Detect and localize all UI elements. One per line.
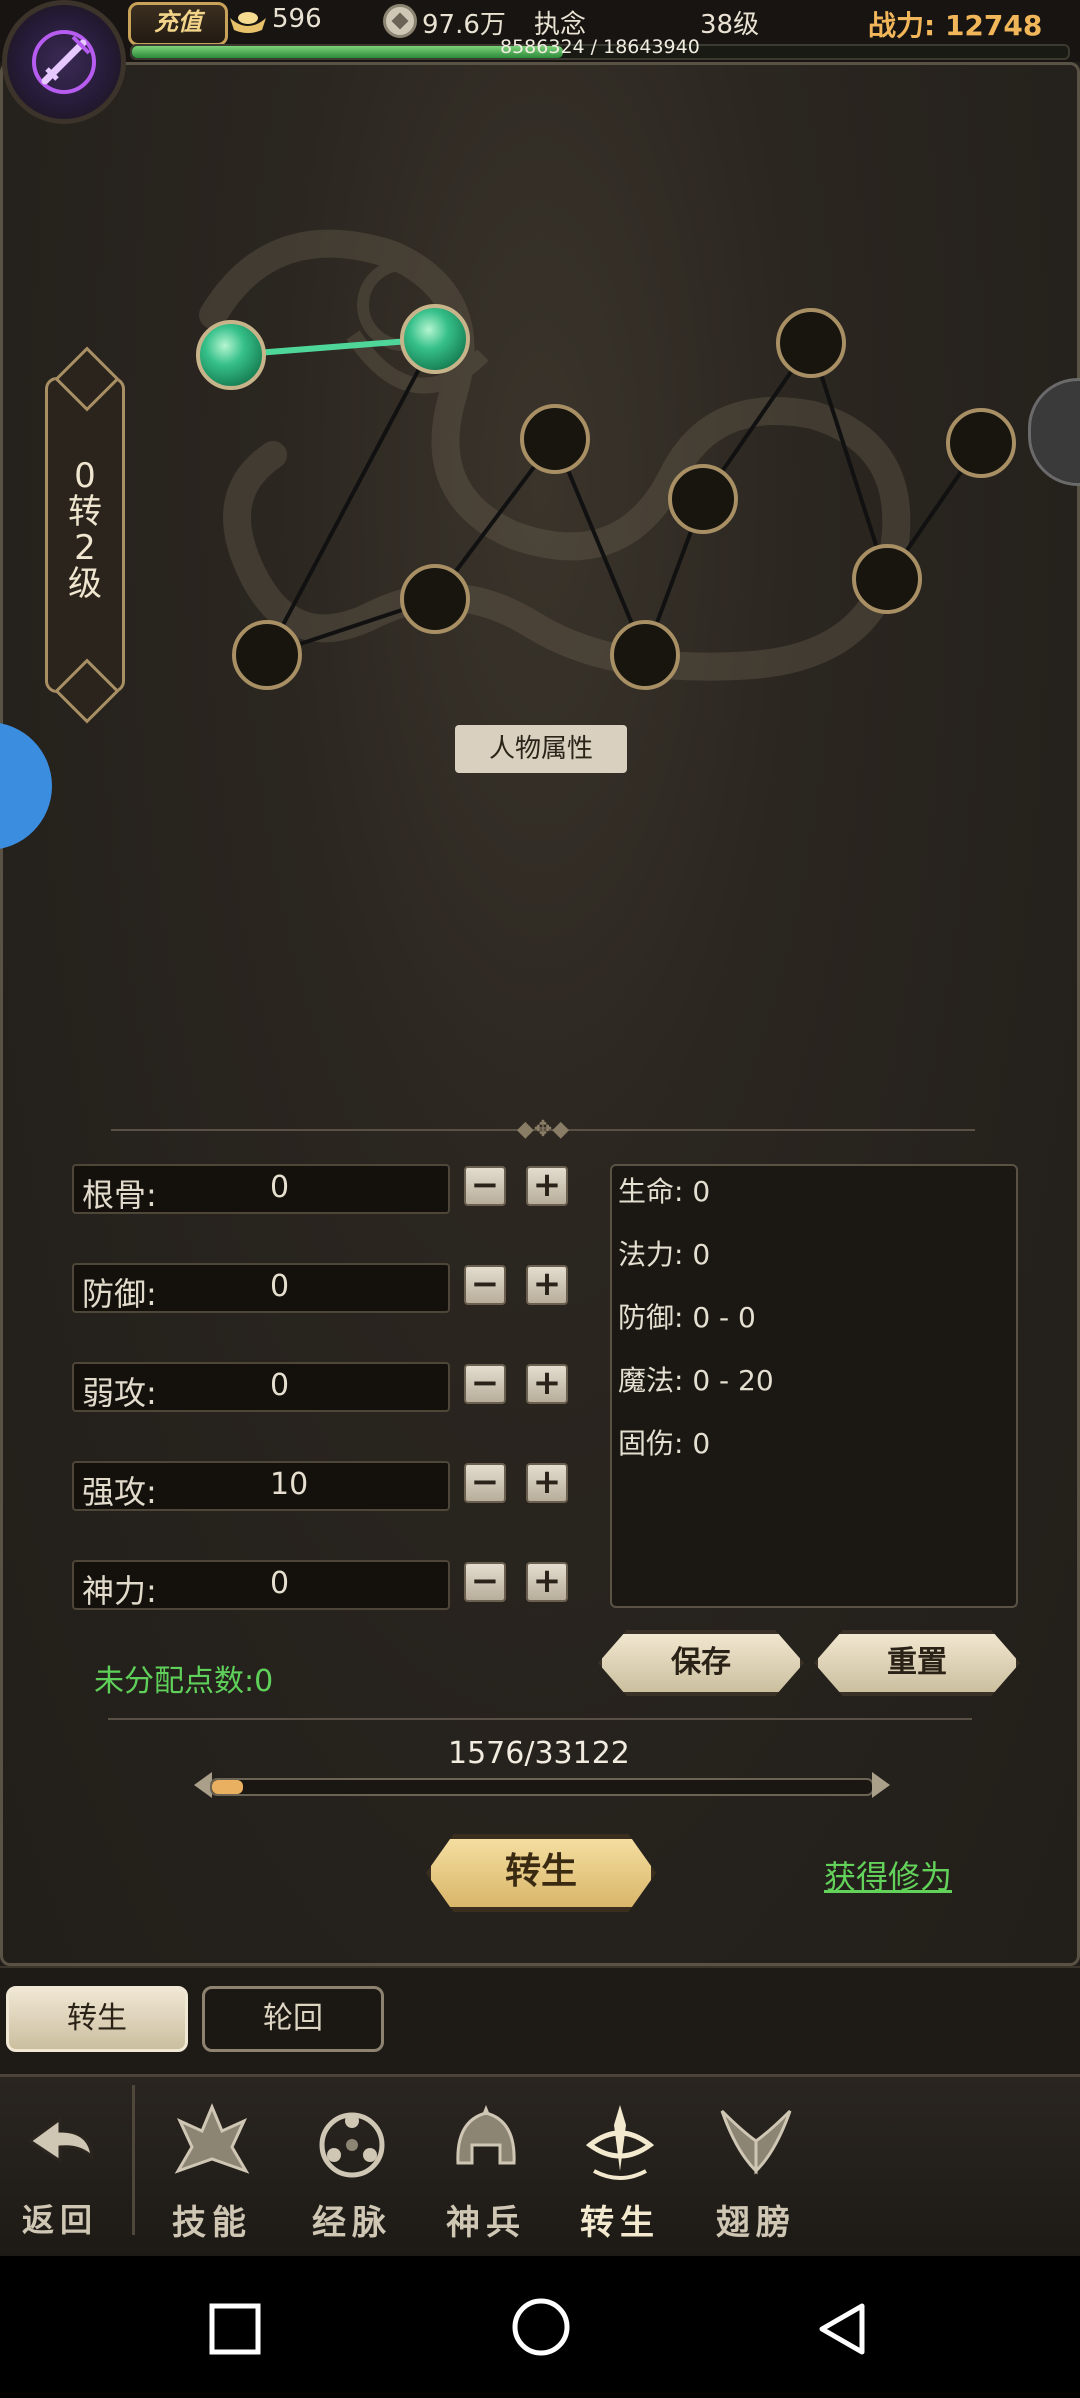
divider-ornament: ◆✥◆ — [516, 1117, 570, 1142]
attribute-panel-title: 人物属性 — [455, 725, 627, 773]
skills-icon — [174, 2103, 250, 2174]
nav-label: 神兵 — [446, 2203, 526, 2243]
decrease-button[interactable]: − — [464, 1463, 506, 1503]
wings-icon — [720, 2109, 792, 2175]
sub-tabs: 转生 轮回 — [0, 1966, 1080, 2076]
attr-row-ruogong: 弱攻: 0 — [72, 1362, 450, 1412]
gain-cultivation-link[interactable]: 获得修为 — [824, 1852, 952, 1898]
attr-value: 0 — [270, 1269, 290, 1304]
gold-ingot-icon — [230, 12, 266, 33]
recharge-button[interactable]: 充值 — [128, 2, 228, 46]
exp-text: 8586324 / 18643940 — [500, 36, 700, 58]
tree-node-4[interactable] — [400, 564, 470, 634]
cultivation-progress-text: 1576/33122 — [448, 1736, 630, 1771]
avatar[interactable] — [2, 0, 126, 124]
stat-fixed-damage: 固伤: 0 — [618, 1427, 711, 1460]
attr-label: 弱攻: — [82, 1374, 157, 1412]
tree-node-1[interactable] — [196, 320, 266, 390]
increase-button[interactable]: + — [526, 1364, 568, 1404]
tab-reincarnation[interactable]: 轮回 — [202, 1986, 384, 2052]
stat-magic: 魔法: 0 - 20 — [618, 1364, 774, 1397]
section-divider — [108, 1718, 972, 1720]
tree-node-10[interactable] — [946, 408, 1016, 478]
decrease-button[interactable]: − — [464, 1562, 506, 1602]
unallocated-points: 未分配点数:0 — [94, 1664, 274, 1699]
decrease-button[interactable]: − — [464, 1364, 506, 1404]
attr-row-gengu: 根骨: 0 — [72, 1164, 450, 1214]
increase-button[interactable]: + — [526, 1166, 568, 1206]
attr-row-shenli: 神力: 0 — [72, 1560, 450, 1610]
progress-right-arrow-icon — [872, 1772, 890, 1798]
meridians-icon — [319, 2112, 385, 2178]
increase-button[interactable]: + — [526, 1463, 568, 1503]
power-label: 战力: — [868, 9, 936, 42]
tree-node-5[interactable] — [520, 404, 590, 474]
back-button[interactable]: 返回 — [0, 2101, 120, 2251]
nav-rebirth[interactable]: 转生 — [560, 2101, 680, 2251]
nav-label: 转生 — [580, 2203, 660, 2243]
nav-wings[interactable]: 翅膀 — [696, 2101, 816, 2251]
rebirth-icon — [585, 2105, 655, 2180]
helmet-icon — [456, 2105, 516, 2165]
back-label: 返回 — [21, 2201, 98, 2239]
reset-button[interactable]: 重置 — [814, 1630, 1020, 1696]
stat-mp: 法力: 0 — [618, 1238, 711, 1271]
sword-emblem-icon — [32, 30, 96, 94]
nav-meridians[interactable]: 经脉 — [292, 2101, 412, 2251]
attr-label: 防御: — [82, 1275, 157, 1313]
stat-hp: 生命: 0 — [618, 1175, 711, 1208]
back-arrow-icon — [27, 2116, 94, 2164]
tree-node-3[interactable] — [232, 620, 302, 690]
power-value: 12748 — [944, 9, 1043, 42]
coin-icon — [383, 4, 417, 38]
home-icon[interactable] — [510, 2296, 572, 2358]
tab-rebirth[interactable]: 转生 — [6, 1986, 188, 2052]
attr-value: 0 — [270, 1566, 290, 1601]
decrease-button[interactable]: − — [464, 1166, 506, 1206]
combat-power: 战力: 12748 — [868, 4, 1042, 44]
back-triangle-icon[interactable] — [816, 2302, 870, 2356]
top-hud: 充值 596 97.6万 执念 38级 战力: 12748 8586324 / … — [0, 0, 1080, 62]
nav-label: 经脉 — [312, 2203, 392, 2243]
tree-node-6[interactable] — [610, 620, 680, 690]
exp-bar-fill — [132, 46, 563, 58]
attr-label: 强攻: — [82, 1473, 157, 1511]
nav-label: 翅膀 — [716, 2203, 796, 2243]
tree-node-8[interactable] — [776, 308, 846, 378]
bottom-nav: 返回 技能 经脉 神兵 转生 翅膀 — [0, 2074, 1080, 2259]
cultivation-progress-bar — [210, 1778, 874, 1796]
system-nav-bar — [0, 2256, 1080, 2398]
nav-label: 技能 — [172, 2203, 252, 2243]
nav-skills[interactable]: 技能 — [152, 2101, 272, 2251]
tree-node-2[interactable] — [400, 304, 470, 374]
tree-node-7[interactable] — [668, 464, 738, 534]
stat-defense: 防御: 0 - 0 — [618, 1301, 756, 1334]
save-button[interactable]: 保存 — [598, 1630, 804, 1696]
attr-value: 10 — [270, 1467, 309, 1502]
rebirth-button[interactable]: 转生 — [426, 1834, 656, 1912]
gold-amount: 596 — [272, 4, 322, 34]
nav-separator — [132, 2085, 135, 2235]
coin-amount: 97.6万 — [422, 10, 506, 40]
cultivation-progress-fill — [212, 1780, 244, 1794]
attr-value: 0 — [270, 1368, 290, 1403]
recents-icon[interactable] — [208, 2302, 262, 2356]
tree-node-9[interactable] — [852, 544, 922, 614]
attr-label: 根骨: — [82, 1176, 157, 1214]
player-level: 38级 — [700, 10, 760, 40]
nav-divine-weapon[interactable]: 神兵 — [426, 2101, 546, 2251]
increase-button[interactable]: + — [526, 1562, 568, 1602]
attr-value: 0 — [270, 1170, 290, 1205]
attr-row-qianggong: 强攻: 10 — [72, 1461, 450, 1511]
attr-row-fangyu: 防御: 0 — [72, 1263, 450, 1313]
increase-button[interactable]: + — [526, 1265, 568, 1305]
decrease-button[interactable]: − — [464, 1265, 506, 1305]
stats-panel: 生命: 0 法力: 0 防御: 0 - 0 魔法: 0 - 20 固伤: 0 — [610, 1164, 1018, 1608]
attr-label: 神力: — [82, 1572, 157, 1610]
